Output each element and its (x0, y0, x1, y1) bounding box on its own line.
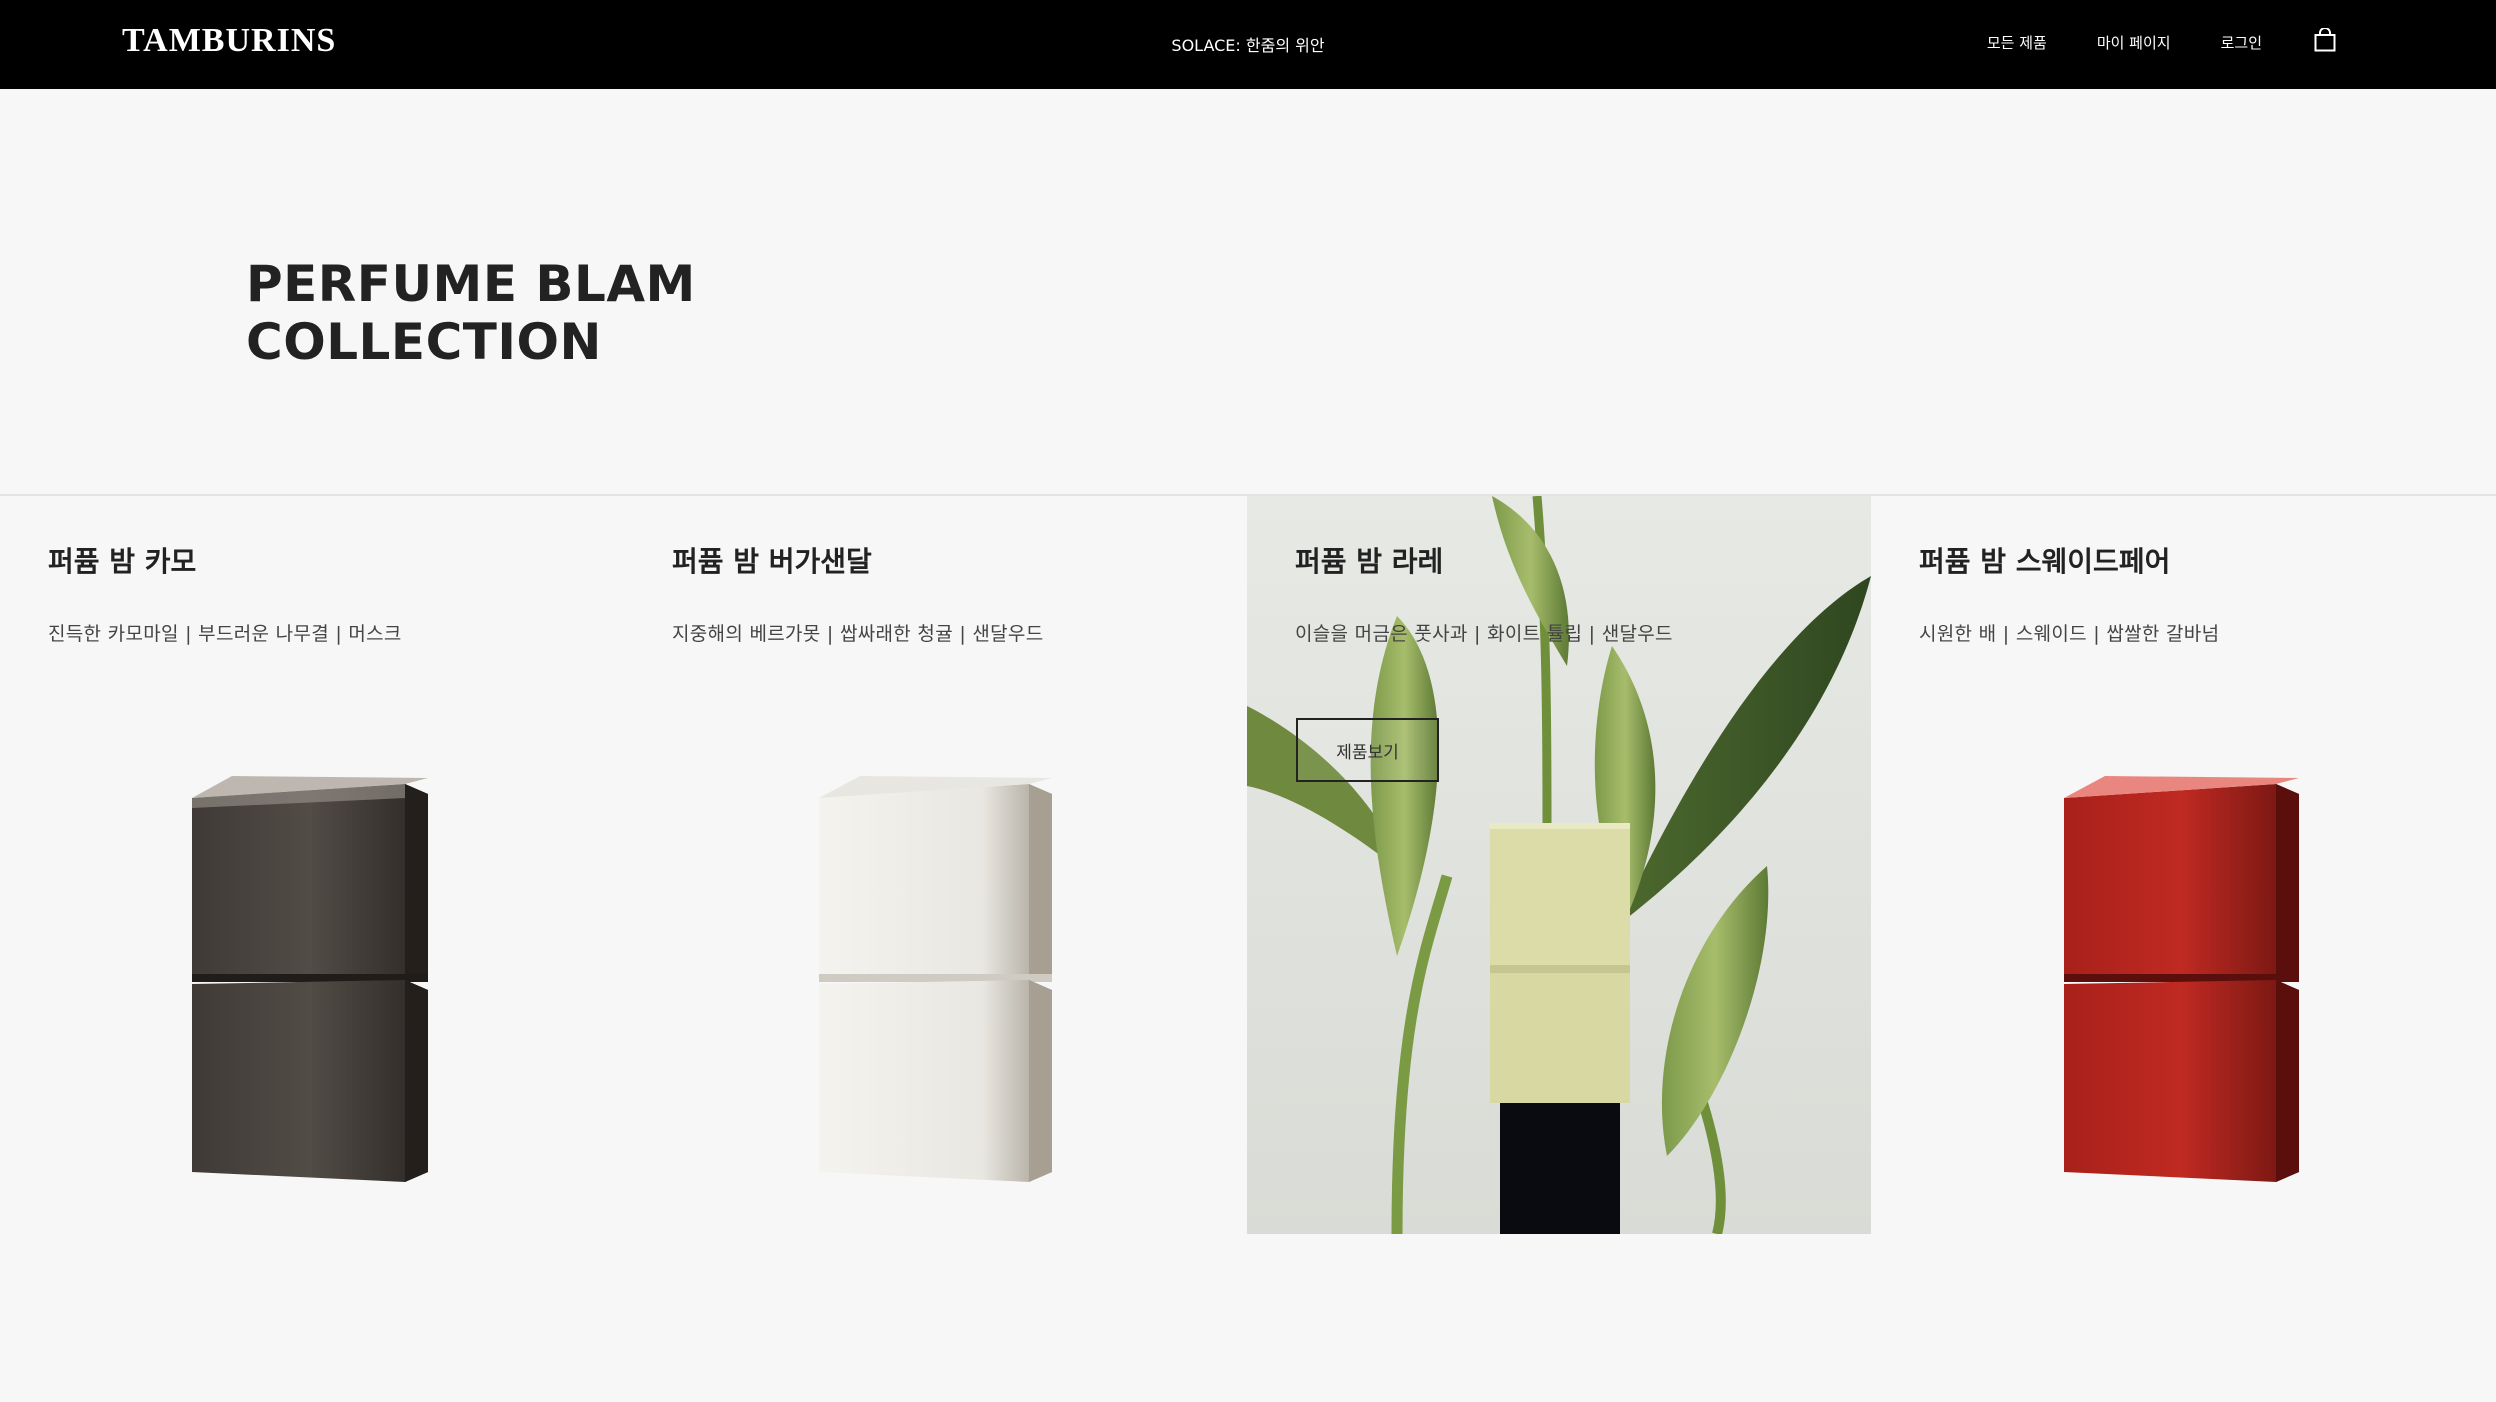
product-image-lare (1247, 496, 1871, 1234)
product-notes: 지중해의 베르가못 | 쌉싸래한 청귤 | 샌달우드 (672, 623, 1044, 645)
product-name: 퍼퓸 밤 라레 (1295, 545, 1444, 578)
product-image-bergasandal (819, 776, 1052, 1182)
nav-all-products[interactable]: 모든 제품 (1987, 32, 2047, 53)
product-card-lare[interactable]: 퍼퓸 밤 라레 이슬을 머금은 풋사과 | 화이트 튤립 | 샌달우드 제품보기 (1247, 496, 1871, 1234)
shopping-bag-icon[interactable] (2314, 26, 2336, 52)
product-card-bergasandal[interactable]: 퍼퓸 밤 버가샌달 지중해의 베르가못 | 쌉싸래한 청귤 | 샌달우드 (624, 496, 1248, 1234)
top-navigation-bar: TAMBURINS SOLACE: 한줌의 위안 모든 제품 마이 페이지 로그… (0, 0, 2496, 89)
product-notes: 진득한 카모마일 | 부드러운 나무결 | 머스크 (48, 623, 402, 645)
page-title: PERFUME BLAM COLLECTION (246, 255, 696, 371)
product-notes: 시원한 배 | 스웨이드 | 쌉쌀한 갈바넘 (1919, 623, 2220, 645)
product-name: 퍼퓸 밤 카모 (48, 545, 197, 578)
product-card-suedepear[interactable]: 퍼퓸 밤 스웨이드페어 시원한 배 | 스웨이드 | 쌉쌀한 갈바넘 (1871, 496, 2496, 1234)
nav-login[interactable]: 로그인 (2221, 32, 2262, 53)
view-product-button[interactable]: 제품보기 (1296, 718, 1439, 782)
product-name: 퍼퓸 밤 스웨이드페어 (1919, 545, 2171, 578)
nav-my-page[interactable]: 마이 페이지 (2097, 32, 2171, 53)
product-notes: 이슬을 머금은 풋사과 | 화이트 튤립 | 샌달우드 (1295, 623, 1673, 645)
product-name: 퍼퓸 밤 버가샌달 (672, 545, 872, 578)
product-image-suedepear (2064, 776, 2299, 1182)
product-image-camo (192, 776, 428, 1182)
product-grid: 퍼퓸 밤 카모 진득한 카모마일 | 부드러운 나무결 | 머스크 퍼퓸 밤 버… (0, 496, 2496, 1234)
main-nav: 모든 제품 마이 페이지 로그인 (1937, 26, 2336, 53)
product-card-camo[interactable]: 퍼퓸 밤 카모 진득한 카모마일 | 부드러운 나무결 | 머스크 (0, 496, 624, 1234)
